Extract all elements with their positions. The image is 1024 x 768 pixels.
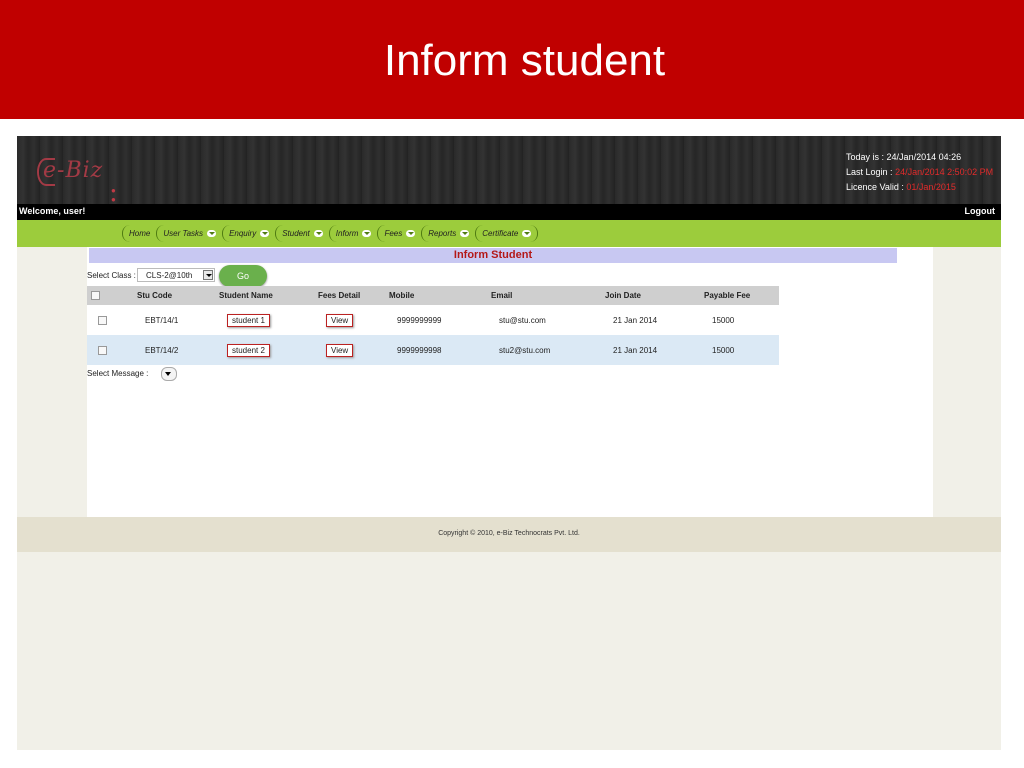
stu-code: EBT/14/1 — [145, 315, 179, 325]
last-login-value: 24/Jan/2014 2:50:02 PM — [895, 167, 994, 177]
last-login-label: Last Login : — [846, 167, 893, 177]
app-header: e-Biz ● ● Today is : 24/Jan/2014 04:26 La… — [17, 136, 1001, 204]
nav-item-home[interactable]: Home — [122, 225, 156, 242]
licence-label: Licence Valid : — [846, 182, 904, 192]
select-all-checkbox[interactable] — [91, 291, 100, 300]
nav-item-label: Enquiry — [229, 229, 257, 238]
table-header: Stu Code Student Name Fees Detail Mobile… — [87, 286, 779, 305]
mobile: 9999999998 — [397, 345, 442, 355]
header-payable-fee: Payable Fee — [704, 291, 751, 300]
email: stu@stu.com — [499, 315, 546, 325]
join-date: 21 Jan 2014 — [613, 345, 658, 355]
logo-text: e-Biz — [43, 158, 104, 183]
header-mobile: Mobile — [389, 291, 415, 300]
header-student-name: Student Name — [219, 291, 273, 300]
email: stu2@stu.com — [499, 345, 551, 355]
student-name-button[interactable]: student 2 — [227, 343, 270, 357]
chevron-down-icon[interactable] — [203, 270, 213, 280]
chevron-down-icon — [207, 230, 217, 237]
chevron-down-icon — [362, 230, 372, 237]
row-checkbox[interactable] — [98, 345, 107, 355]
nav-item-label: Certificate — [482, 229, 519, 238]
copyright: Copyright © 2010, e-Biz Technocrats Pvt.… — [438, 530, 580, 537]
student-name-button[interactable]: student 1 — [227, 313, 270, 327]
nav-item-label: Fees — [384, 229, 403, 238]
header-join-date: Join Date — [605, 291, 642, 300]
header-email: Email — [491, 291, 513, 300]
table-row: EBT/14/1 student 1 View 9999999999 stu@s… — [87, 305, 779, 335]
table-row: EBT/14/2 student 2 View 9999999998 stu2@… — [87, 335, 779, 365]
go-button[interactable]: Go — [219, 265, 267, 287]
select-class-label: Select Class : — [87, 271, 136, 280]
header-fees-detail: Fees Detail — [318, 291, 361, 300]
nav-item-enquiry[interactable]: Enquiry — [222, 225, 275, 242]
nav-item-label: Home — [129, 229, 151, 238]
slide-title: Inform student — [383, 36, 666, 85]
row-checkbox[interactable] — [98, 315, 107, 325]
select-message-label: Select Message : — [87, 369, 149, 378]
main-content: Inform Student Select Class : CLS-2@10th… — [87, 247, 933, 517]
nav-item-student[interactable]: Student — [275, 225, 329, 242]
welcome-bar: Welcome, user! Logout — [17, 204, 1001, 220]
stu-code: EBT/14/2 — [145, 345, 179, 355]
view-fees-button[interactable]: View — [326, 313, 354, 327]
app-screenshot: e-Biz ● ● Today is : 24/Jan/2014 04:26 La… — [17, 136, 1001, 750]
chevron-down-icon — [260, 230, 270, 237]
payable-fee: 15000 — [712, 315, 735, 325]
slide-header: Inform student — [0, 0, 1024, 119]
session-info: Today is : 24/Jan/2014 04:26 Last Login … — [846, 150, 993, 195]
nav-item-inform[interactable]: Inform — [328, 225, 378, 242]
chevron-down-icon — [460, 230, 470, 237]
nav-item-certificate[interactable]: Certificate — [475, 225, 539, 242]
class-select[interactable]: CLS-2@10th — [137, 268, 215, 282]
footer: Copyright © 2010, e-Biz Technocrats Pvt.… — [17, 517, 1001, 552]
nav-menu: Home User Tasks Enquiry Student Inform Fees Re… — [122, 224, 539, 243]
licence-value: 01/Jan/2015 — [906, 182, 956, 192]
logout-link[interactable]: Logout — [965, 206, 996, 216]
page-title: Inform Student — [89, 248, 897, 263]
nav-item-label: User Tasks — [163, 229, 204, 238]
nav-item-label: Reports — [428, 229, 457, 238]
chevron-down-icon — [406, 230, 416, 237]
nav-item-label: Student — [282, 229, 310, 238]
chevron-down-icon — [313, 230, 323, 237]
mobile: 9999999999 — [397, 315, 442, 325]
payable-fee: 15000 — [712, 345, 735, 355]
view-fees-button[interactable]: View — [326, 343, 354, 357]
main-nav: Home User Tasks Enquiry Student Inform Fees Re… — [17, 220, 1001, 247]
today-value: 24/Jan/2014 04:26 — [886, 152, 962, 162]
class-select-value: CLS-2@10th — [146, 271, 193, 280]
nav-item-user-tasks[interactable]: User Tasks — [156, 225, 222, 242]
nav-item-label: Inform — [335, 229, 359, 238]
nav-item-reports[interactable]: Reports — [421, 225, 475, 242]
welcome-text: Welcome, user! — [19, 206, 86, 216]
message-select[interactable] — [161, 367, 177, 381]
chevron-down-icon — [522, 230, 532, 237]
join-date: 21 Jan 2014 — [613, 315, 658, 325]
logo-dots-icon: ● ● — [111, 186, 116, 204]
students-table: Stu Code Student Name Fees Detail Mobile… — [87, 286, 779, 365]
header-stu-code: Stu Code — [137, 291, 173, 300]
today-label: Today is : — [846, 152, 885, 162]
nav-item-fees[interactable]: Fees — [377, 225, 421, 242]
